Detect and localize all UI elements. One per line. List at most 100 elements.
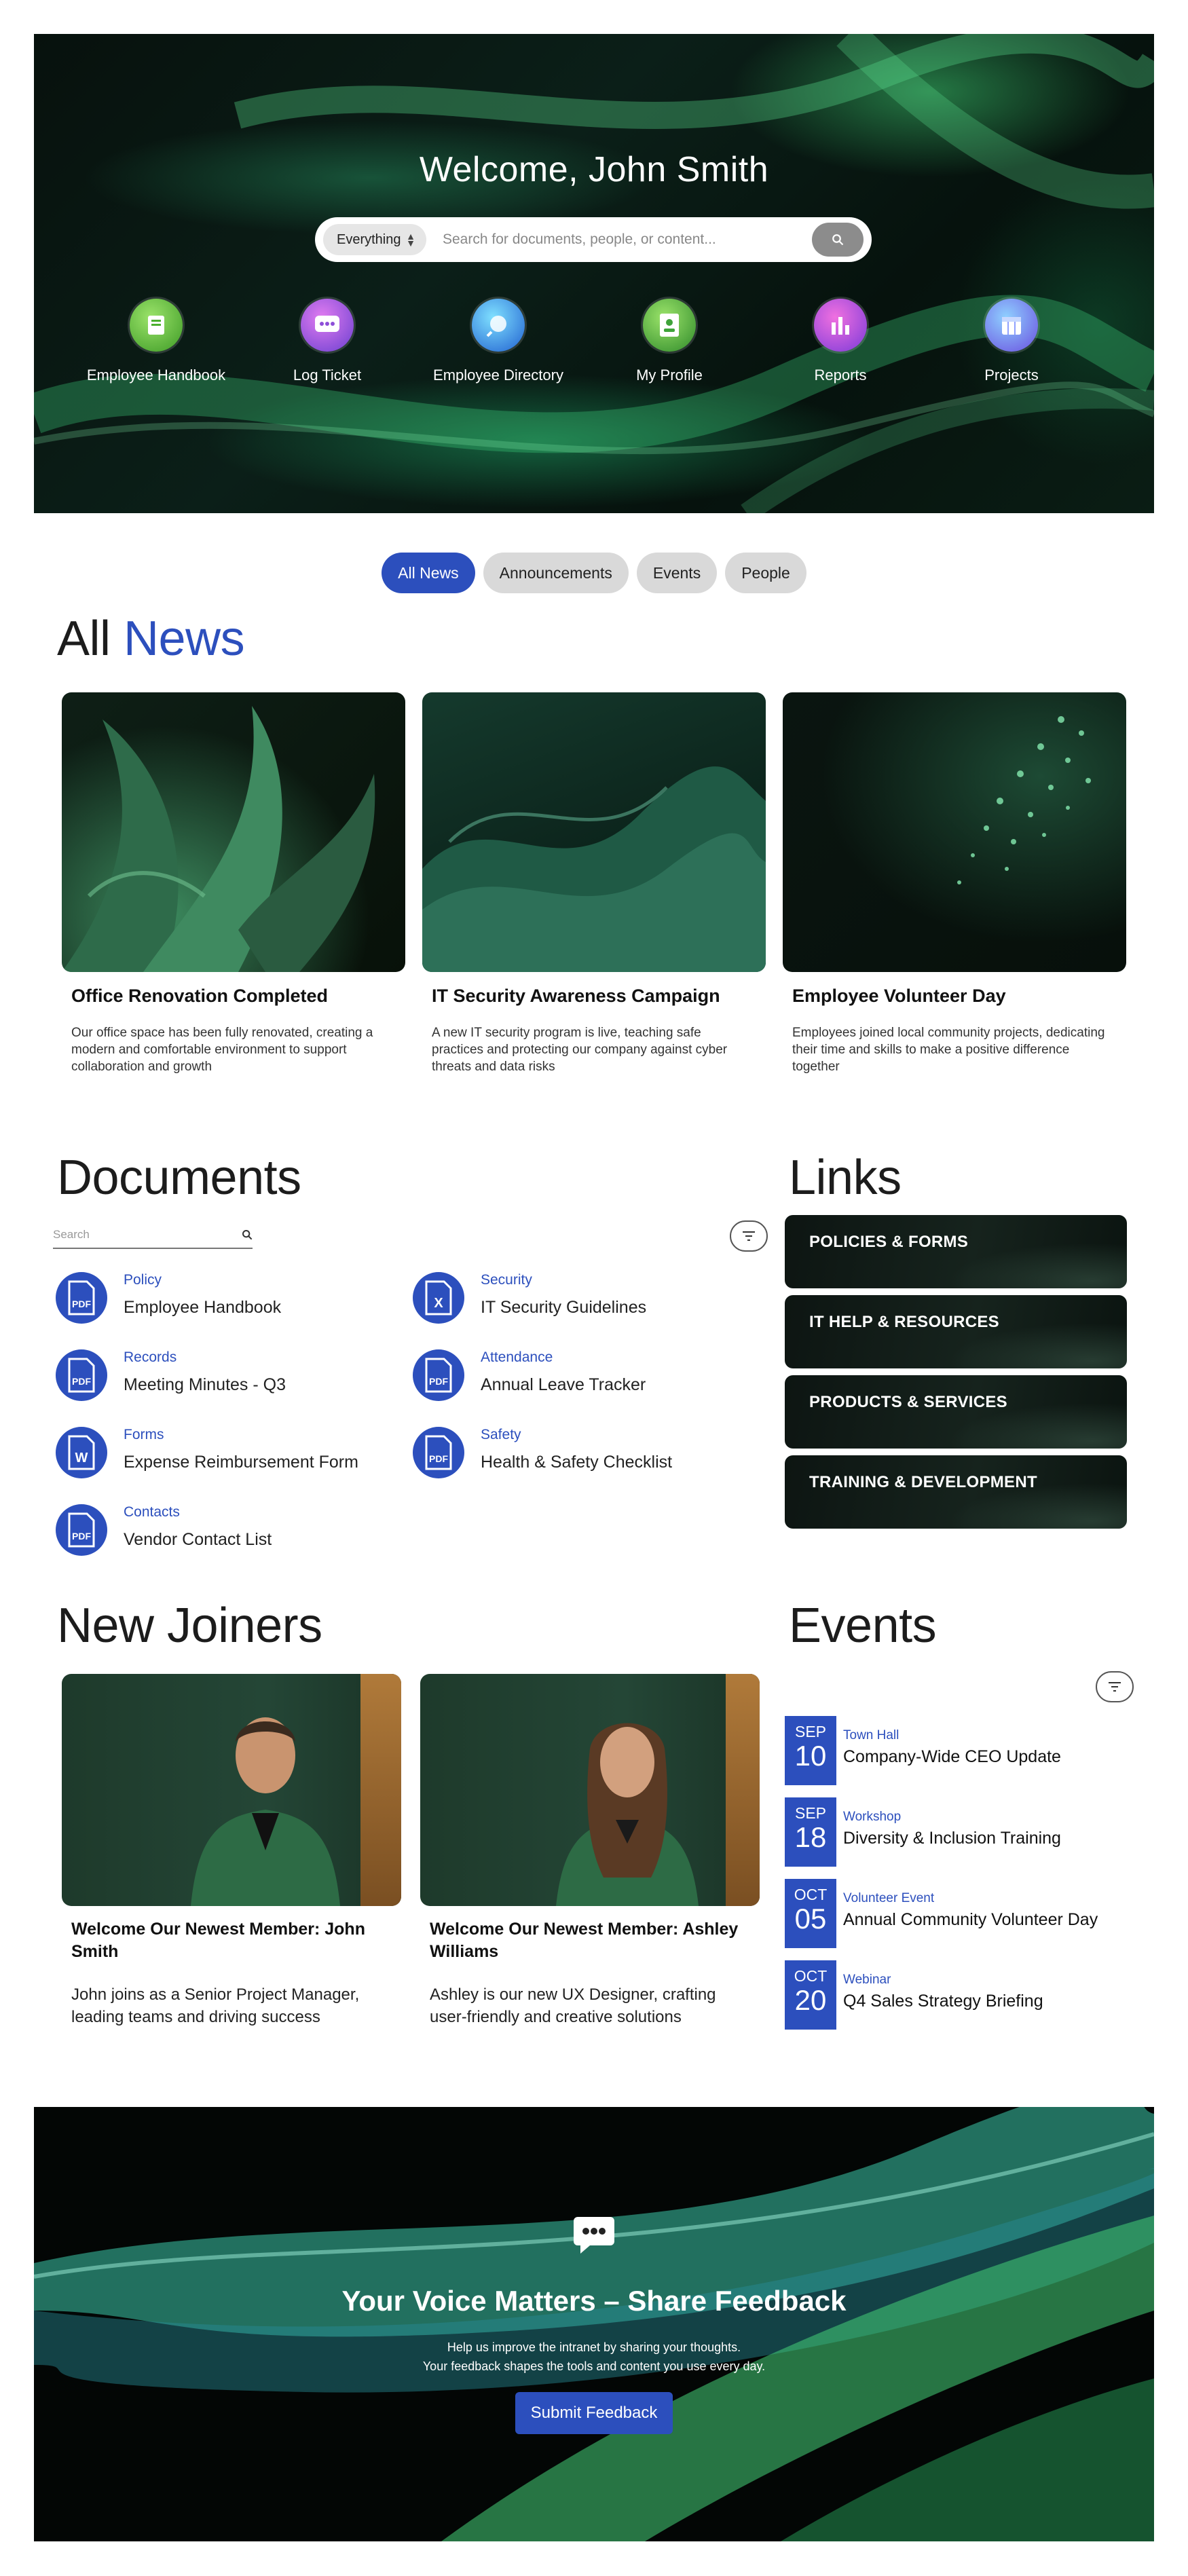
search-icon: [242, 1230, 253, 1240]
joiner-card[interactable]: Welcome Our Newest Member: Ashley Willia…: [420, 1674, 760, 2028]
events-filter-button[interactable]: [1096, 1671, 1134, 1702]
feedback-subtitle-line2: Your feedback shapes the tools and conte…: [422, 2359, 766, 2373]
link-it-help-resources[interactable]: IT HELP & RESOURCES: [785, 1295, 1127, 1368]
event-category: Town Hall: [843, 1728, 899, 1742]
document-name: Annual Leave Tracker: [481, 1375, 646, 1394]
news-section-title: All News: [57, 611, 245, 667]
joiner-title: Welcome Our Newest Member: John Smith: [71, 1920, 365, 1961]
feedback-background-waves: [34, 2107, 1154, 2541]
event-name: Diversity & Inclusion Training: [843, 1829, 1061, 1848]
tab-events[interactable]: Events: [636, 553, 718, 593]
document-item[interactable]: PDF Attendance Annual Leave Tracker: [413, 1349, 752, 1411]
event-day: 05: [794, 1903, 827, 1935]
pdf-file-icon: PDF: [56, 1272, 107, 1324]
event-day: 18: [794, 1821, 827, 1853]
event-month: SEP: [794, 1723, 827, 1740]
quick-link-my-profile[interactable]: My Profile: [581, 299, 758, 384]
link-label: POLICIES & FORMS: [809, 1233, 969, 1251]
svg-text:PDF: PDF: [72, 1299, 91, 1309]
event-date-badge: SEP 10: [785, 1716, 836, 1785]
events-section-title: Events: [789, 1599, 937, 1653]
handbook-icon: [130, 299, 183, 352]
search-button[interactable]: [812, 223, 864, 257]
tab-announcements[interactable]: Announcements: [483, 553, 629, 593]
excel-file-icon: X: [413, 1272, 464, 1324]
link-policies-forms[interactable]: POLICIES & FORMS: [785, 1215, 1127, 1288]
joiner-description: Ashley is our new UX Designer, crafting …: [430, 1985, 716, 2026]
pdf-file-icon: PDF: [56, 1349, 107, 1401]
quick-link-label: Reports: [814, 367, 867, 384]
event-day: 20: [794, 1984, 827, 2016]
quick-link-log-ticket[interactable]: Log Ticket: [239, 299, 415, 384]
document-item[interactable]: PDF Policy Employee Handbook: [56, 1272, 395, 1333]
joiner-photo: [62, 1674, 401, 1906]
document-category: Forms: [124, 1427, 164, 1442]
event-month: SEP: [794, 1804, 827, 1822]
event-month: OCT: [794, 1967, 828, 1985]
svg-text:PDF: PDF: [72, 1376, 91, 1387]
event-category: Workshop: [843, 1810, 902, 1824]
quick-link-projects[interactable]: Projects: [923, 299, 1100, 384]
svg-text:W: W: [75, 1451, 88, 1466]
document-name: Employee Handbook: [124, 1298, 282, 1317]
svg-text:PDF: PDF: [72, 1531, 91, 1542]
event-date-badge: OCT 05: [785, 1879, 836, 1948]
document-category: Records: [124, 1349, 177, 1365]
document-category: Policy: [124, 1272, 162, 1288]
document-item[interactable]: W Forms Expense Reimbursement Form: [56, 1427, 395, 1488]
documents-search[interactable]: Search: [53, 1222, 253, 1249]
event-item[interactable]: OCT 20 Webinar Q4 Sales Strategy Briefing: [785, 1960, 1124, 2030]
joiner-card[interactable]: Welcome Our Newest Member: John Smith Jo…: [62, 1674, 401, 2028]
directory-icon: [472, 299, 525, 352]
quick-link-label: Employee Handbook: [86, 367, 226, 384]
event-day: 10: [794, 1740, 827, 1772]
news-description: Our office space has been fully renovate…: [71, 1026, 373, 1074]
tab-all-news[interactable]: All News: [382, 553, 475, 593]
news-title-prefix: All: [57, 612, 111, 666]
event-category: Webinar: [843, 1973, 891, 1987]
updown-arrows-icon: ▲ ▼: [406, 231, 415, 248]
link-products-services[interactable]: PRODUCTS & SERVICES: [785, 1375, 1127, 1449]
news-title: Office Renovation Completed: [71, 986, 329, 1006]
document-name: Expense Reimbursement Form: [124, 1453, 358, 1472]
document-item[interactable]: PDF Contacts Vendor Contact List: [56, 1504, 395, 1565]
news-image: [783, 692, 1126, 972]
hero-banner: Welcome, John Smith Everything ▲▼ Employ…: [34, 34, 1154, 513]
news-title: Employee Volunteer Day: [792, 986, 1006, 1006]
submit-feedback-button[interactable]: Submit Feedback: [515, 2392, 673, 2434]
pdf-file-icon: PDF: [56, 1504, 107, 1556]
quick-link-label: Log Ticket: [293, 367, 362, 384]
welcome-prefix: Welcome,: [419, 150, 579, 189]
event-item[interactable]: SEP 18 Workshop Diversity & Inclusion Tra…: [785, 1797, 1124, 1867]
tab-people[interactable]: People: [725, 553, 806, 593]
news-card[interactable]: IT Security Awareness Campaign A new IT …: [422, 692, 766, 1075]
search-scope-select[interactable]: Everything ▲ ▼: [323, 224, 426, 255]
document-item[interactable]: PDF Safety Health & Safety Checklist: [413, 1427, 752, 1488]
quick-link-employee-handbook[interactable]: Employee Handbook: [68, 299, 244, 384]
event-date-badge: OCT 20: [785, 1960, 836, 2030]
joiner-title: Welcome Our Newest Member: Ashley Willia…: [430, 1920, 739, 1961]
joiner-description: John joins as a Senior Project Manager, …: [71, 1985, 360, 2026]
filter-icon: [1109, 1682, 1121, 1692]
news-description: Employees joined local community project…: [792, 1026, 1105, 1074]
quick-link-reports[interactable]: Reports: [752, 299, 929, 384]
documents-filter-button[interactable]: [730, 1220, 768, 1252]
document-category: Contacts: [124, 1504, 180, 1520]
document-name: Vendor Contact List: [124, 1530, 272, 1549]
document-item[interactable]: PDF Records Meeting Minutes - Q3: [56, 1349, 395, 1411]
quick-link-employee-directory[interactable]: Employee Directory: [410, 299, 587, 384]
svg-text:PDF: PDF: [429, 1376, 448, 1387]
link-training-development[interactable]: TRAINING & DEVELOPMENT: [785, 1455, 1127, 1529]
filter-icon: [743, 1231, 755, 1241]
joiner-photo: [420, 1674, 760, 1906]
event-name: Q4 Sales Strategy Briefing: [843, 1992, 1043, 2011]
news-card[interactable]: Office Renovation Completed Our office s…: [62, 692, 405, 1075]
global-search-input[interactable]: [426, 231, 812, 248]
quick-link-label: Employee Directory: [433, 367, 563, 384]
news-card[interactable]: Employee Volunteer Day Employees joined …: [783, 692, 1126, 1075]
news-filter-tabs: All News Announcements Events People: [0, 553, 1188, 593]
event-item[interactable]: SEP 10 Town Hall Company-Wide CEO Update: [785, 1716, 1124, 1785]
feedback-title: Your Voice Matters – Share Feedback: [341, 2285, 847, 2317]
event-item[interactable]: OCT 05 Volunteer Event Annual Community V…: [785, 1879, 1124, 1948]
document-item[interactable]: X Security IT Security Guidelines: [413, 1272, 752, 1333]
